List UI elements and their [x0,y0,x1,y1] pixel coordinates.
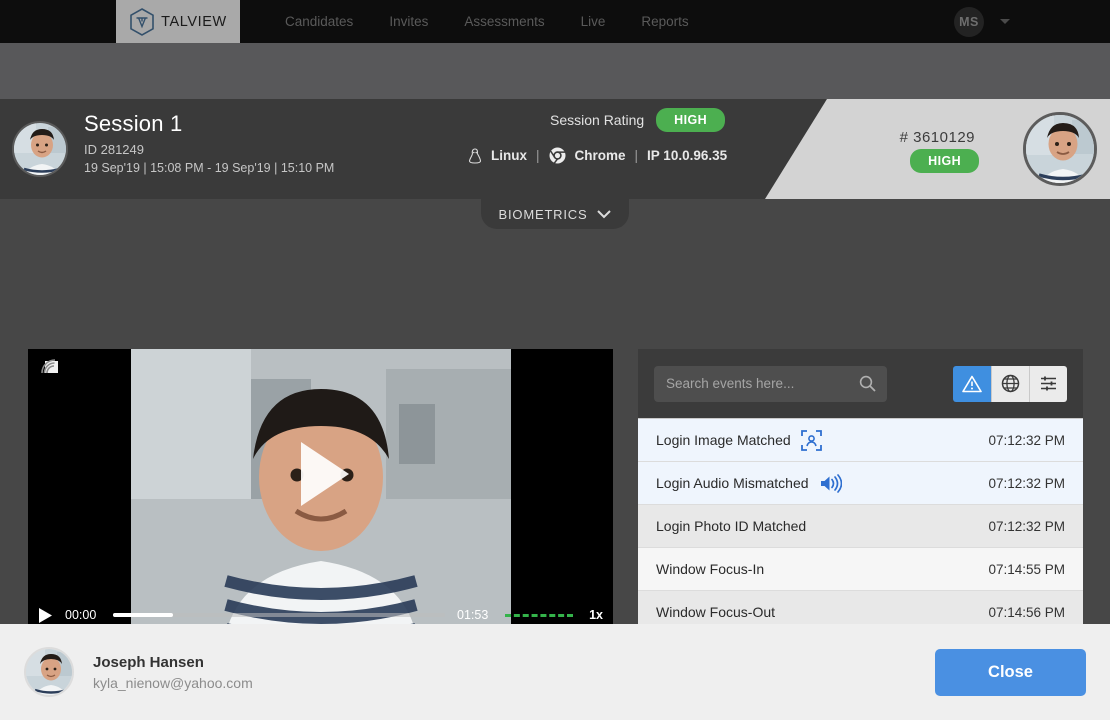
speaker-icon [819,474,842,493]
chevron-down-icon[interactable] [1000,19,1010,24]
nav-link-candidates[interactable]: Candidates [285,14,353,29]
footer-avatar [24,647,74,697]
session-ip: IP 10.0.96.35 [647,148,727,163]
env-separator-1: | [536,148,540,163]
talview-hexagon-icon [129,8,155,36]
event-label-wrap: Login Audio Mismatched [656,474,842,493]
session-info: Session 1 ID 281249 19 Sep'19 | 15:08 PM… [84,111,334,175]
session-environment: Linux | Chrome | IP 10.0.96.35 [468,147,727,164]
modal-footer: Joseph Hansen kyla_nienow@yahoo.com Clos… [0,624,1110,720]
session-dates: 19 Sep'19 | 15:08 PM - 19 Sep'19 | 15:10… [84,161,334,175]
event-label-wrap: Login Image Matched [656,430,822,451]
events-toolbar [638,349,1083,418]
event-label: Login Photo ID Matched [656,518,806,534]
session-avatar [12,121,68,177]
nav-user-menu[interactable]: MS [954,0,1010,43]
session-modal: Session 1 ID 281249 19 Sep'19 | 15:08 PM… [0,99,1110,720]
events-list[interactable]: Login Image Matched 07:12:32 PM Login Au… [638,418,1083,633]
table-row[interactable]: Window Focus-In 07:14:55 PM [638,548,1083,591]
nav-link-invites[interactable]: Invites [389,14,428,29]
nav-link-reports[interactable]: Reports [641,14,688,29]
face-scan-icon [801,430,822,451]
current-time: 00:00 [65,608,101,622]
session-reference-badge-wrap: HIGH [910,152,979,170]
search-wrapper [654,366,887,402]
event-label-wrap: Window Focus-In [656,561,764,577]
session-reference-id: # 3610129 [900,129,975,146]
video-progress-bar[interactable] [113,613,445,617]
playback-speed[interactable]: 1x [585,608,603,622]
events-filter-buttons [953,366,1067,402]
event-label: Login Image Matched [656,432,791,448]
session-reference-badge: HIGH [910,149,979,173]
event-label: Login Audio Mismatched [656,475,809,491]
avatar-photo [14,123,68,177]
search-input[interactable] [654,366,887,402]
app-root: TALVIEW Candidates Invites Assessments L… [0,0,1110,720]
nav-link-live[interactable]: Live [581,14,606,29]
nav-links: Candidates Invites Assessments Live Repo… [285,0,689,43]
alerts-filter-button[interactable] [953,366,991,402]
video-progress-fill [113,613,173,617]
event-label: Window Focus-In [656,561,764,577]
candidate-name: Joseph Hansen [93,654,253,671]
globe-filter-button[interactable] [991,366,1029,402]
event-time: 07:12:32 PM [988,476,1065,491]
session-header: Session 1 ID 281249 19 Sep'19 | 15:08 PM… [0,99,1110,199]
env-separator-2: | [635,148,639,163]
settings-filter-button[interactable] [1029,366,1067,402]
table-row[interactable]: Login Audio Mismatched 07:12:32 PM [638,462,1083,505]
event-time: 07:14:55 PM [988,562,1065,577]
session-rating-label: Session Rating [550,112,644,128]
play-small-icon [38,607,53,624]
warning-triangle-icon [962,375,982,393]
play-button[interactable] [38,607,53,624]
session-rating-group: Session Rating HIGH [550,108,725,132]
table-row[interactable]: Login Photo ID Matched 07:12:32 PM [638,505,1083,548]
top-navbar: TALVIEW Candidates Invites Assessments L… [0,0,1110,43]
event-label: Window Focus-Out [656,604,775,620]
sliders-icon [1039,375,1058,392]
event-time: 07:12:32 PM [988,519,1065,534]
session-browser: Chrome [575,148,626,163]
footer-candidate-info: Joseph Hansen kyla_nienow@yahoo.com [93,654,253,691]
chrome-icon [549,147,566,164]
quality-indicator-icon [505,614,573,617]
candidate-email: kyla_nienow@yahoo.com [93,675,253,691]
session-rating-badge: HIGH [656,108,725,132]
table-row[interactable]: Login Image Matched 07:12:32 PM [638,419,1083,462]
event-time: 07:14:56 PM [988,605,1065,620]
brand-logo-text: TALVIEW [161,14,227,30]
close-button[interactable]: Close [935,649,1086,696]
user-initials-avatar[interactable]: MS [954,7,984,37]
page-overlay-band [0,43,1110,99]
play-overlay-button[interactable] [28,349,613,599]
nav-link-assessments[interactable]: Assessments [464,14,544,29]
session-os: Linux [491,148,527,163]
event-label-wrap: Login Photo ID Matched [656,518,806,534]
events-panel: Login Image Matched 07:12:32 PM Login Au… [638,349,1083,633]
video-player[interactable]: 00:00 01:53 1x [28,349,613,633]
session-id: ID 281249 [84,142,334,157]
brand-logo[interactable]: TALVIEW [116,0,240,43]
avatar-photo-small [26,649,74,697]
event-time: 07:12:32 PM [988,433,1065,448]
event-label-wrap: Window Focus-Out [656,604,775,620]
candidate-avatar-large [1023,112,1097,186]
session-title: Session 1 [84,111,334,137]
play-icon [279,432,363,516]
search-icon[interactable] [859,375,876,392]
duration-time: 01:53 [457,608,493,622]
linux-penguin-icon [468,148,482,164]
globe-icon [1001,374,1020,393]
